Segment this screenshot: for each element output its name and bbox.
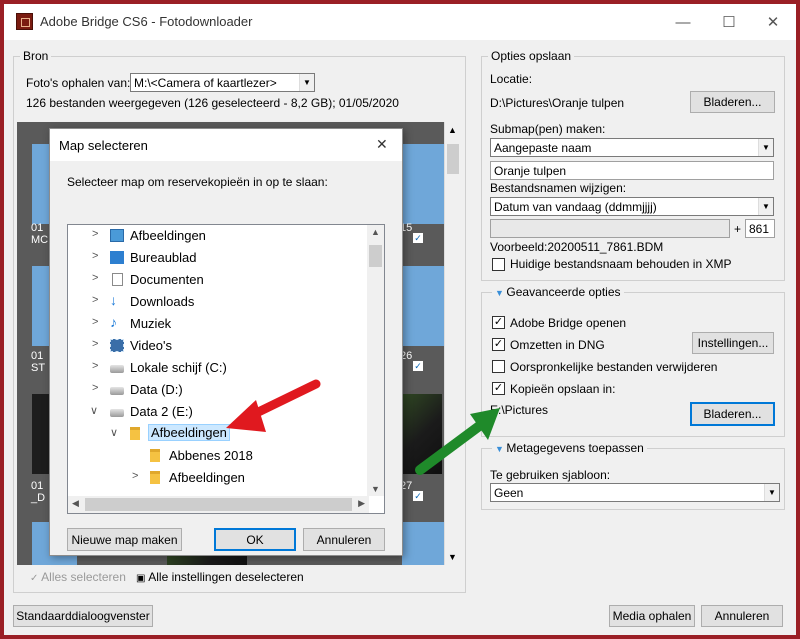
annotation-arrows	[226, 379, 500, 475]
app-window: Adobe Bridge CS6 - Fotodownloader — ☐ ✕ …	[4, 4, 796, 635]
red-arrow-icon	[226, 379, 321, 432]
green-arrow-icon	[415, 408, 500, 475]
